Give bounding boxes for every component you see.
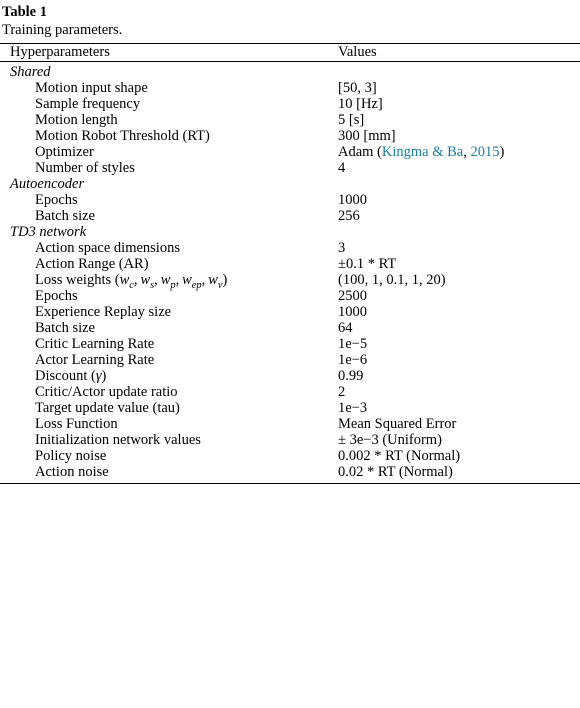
table-row: Policy noise 0.002 * RT (Normal) [0,448,580,464]
table-row: Epochs 2500 [0,288,580,304]
math-symbol-ws: ws [140,272,155,291]
row-key: Epochs [35,288,78,304]
row-key: Actor Learning Rate [35,352,155,368]
row-key: Number of styles [35,160,135,176]
math-symbol-wp: wp [160,272,176,291]
row-key: Critic Learning Rate [35,336,155,352]
section-header-row: Autoencoder [0,176,580,192]
table-row: Action Range (AR) ±0.1 * RT [0,256,580,272]
row-key: Action space dimensions [35,240,180,256]
row-key-loss-weights: Loss weights (wc, ws, wp, wep, wv) [35,272,228,291]
table-row: Action space dimensions 3 [0,240,580,256]
table-row: Actor Learning Rate 1e−6 [0,352,580,368]
row-value: Mean Squared Error [338,416,457,432]
row-value: 10 [Hz] [338,96,383,112]
citation-link-year[interactable]: 2015 [471,144,500,160]
row-value: [50, 3] [338,80,377,96]
row-value: 1000 [338,192,367,208]
row-value: ±0.1 * RT [338,256,397,272]
table-container: Table 1 Training parameters. Hyperparame… [0,0,580,484]
row-value: 3 [338,240,346,256]
row-value: 2 [338,384,346,400]
table-row: Sample frequency 10 [Hz] [0,96,580,112]
section-label-shared: Shared [10,64,51,80]
row-key: Optimizer [35,144,94,160]
table-row: Batch size 256 [0,208,580,224]
row-key: Initialization network values [35,432,201,448]
column-header-values: Values [338,44,377,60]
table-row: Experience Replay size 1000 [0,304,580,320]
row-value: 1e−3 [338,400,368,416]
table-row-discount: Discount (γ) 0.99 [0,368,580,384]
row-value: ± 3e−3 (Uniform) [338,432,442,448]
citation-separator: , [463,144,471,160]
table-caption-description: Training parameters. [2,22,123,38]
row-value: 0.002 * RT (Normal) [338,448,461,464]
row-value: 0.02 * RT (Normal) [338,464,453,480]
table-caption: Table 1 Training parameters. [0,0,580,40]
row-value: 300 [mm] [338,128,396,144]
table-row: Initialization network values ± 3e−3 (Un… [0,432,580,448]
math-symbol-wc: wc [119,272,134,291]
section-label-td3-network: TD3 network [10,224,87,240]
loss-weights-suffix: ) [222,272,228,288]
table-row: Target update value (tau) 1e−3 [0,400,580,416]
table-row-optimizer: Optimizer Adam (Kingma & Ba, 2015) [0,144,580,160]
row-key: Motion input shape [35,80,148,96]
row-key: Experience Replay size [35,304,172,320]
row-value: 2500 [338,288,367,304]
citation-link-authors[interactable]: Kingma & Ba [382,144,463,160]
table-row: Motion input shape [50, 3] [0,80,580,96]
math-symbol-wep: wep [182,272,202,291]
row-key: Loss Function [35,416,118,432]
row-value: 1e−5 [338,336,368,352]
table-row: Critic Learning Rate 1e−5 [0,336,580,352]
row-value: 0.99 [338,368,364,384]
table-bottom-rule [0,483,580,484]
row-value: 4 [338,160,346,176]
table-row: Loss Function Mean Squared Error [0,416,580,432]
discount-suffix: ) [101,368,107,384]
row-key: Motion length [35,112,118,128]
row-key: Batch size [35,208,95,224]
column-header-hyperparameters: Hyperparameters [10,44,110,60]
section-header-row: Shared [0,64,580,80]
row-key: Epochs [35,192,78,208]
row-value: (100, 1, 0.1, 1, 20) [338,272,446,288]
table-row: Epochs 1000 [0,192,580,208]
section-label-autoencoder: Autoencoder [10,176,85,192]
row-key: Policy noise [35,448,107,464]
row-value: 256 [338,208,360,224]
row-value-optimizer: Adam (Kingma & Ba, 2015) [338,144,580,160]
math-symbol-wv: wv [208,272,223,291]
row-value: 64 [338,320,353,336]
row-key: Sample frequency [35,96,141,112]
row-value: 5 [s] [338,112,365,128]
table-row: Motion length 5 [s] [0,112,580,128]
row-key: Target update value (tau) [35,400,180,416]
table-row: Batch size 64 [0,320,580,336]
row-value: 1e−6 [338,352,368,368]
table-header-row: Hyperparameters Values [0,44,580,61]
row-key: Action noise [35,464,109,480]
row-key: Action Range (AR) [35,256,149,272]
loss-weights-prefix: Loss weights ( [35,272,120,288]
table-caption-label: Table 1 [2,4,47,20]
row-key: Critic/Actor update ratio [35,384,178,400]
table-row: Motion Robot Threshold (RT) 300 [mm] [0,128,580,144]
row-key: Batch size [35,320,95,336]
table-row-loss-weights: Loss weights (wc, ws, wp, wep, wv) (100,… [0,272,580,291]
discount-prefix: Discount ( [35,368,96,384]
table-row: Critic/Actor update ratio 2 [0,384,580,400]
hyperparameters-table: Hyperparameters Values [0,44,580,61]
row-value: 1000 [338,304,367,320]
citation-close-paren: ) [499,144,505,160]
optimizer-name: Adam ( [338,144,382,160]
section-header-row: TD3 network [0,224,580,240]
table-row: Number of styles 4 [0,160,580,176]
table-row: Action noise 0.02 * RT (Normal) [0,464,580,480]
row-key-discount: Discount (γ) [0,368,338,384]
row-key: Motion Robot Threshold (RT) [35,128,210,144]
hyperparameters-body: Shared Motion input shape [50, 3] Sample… [0,62,580,483]
